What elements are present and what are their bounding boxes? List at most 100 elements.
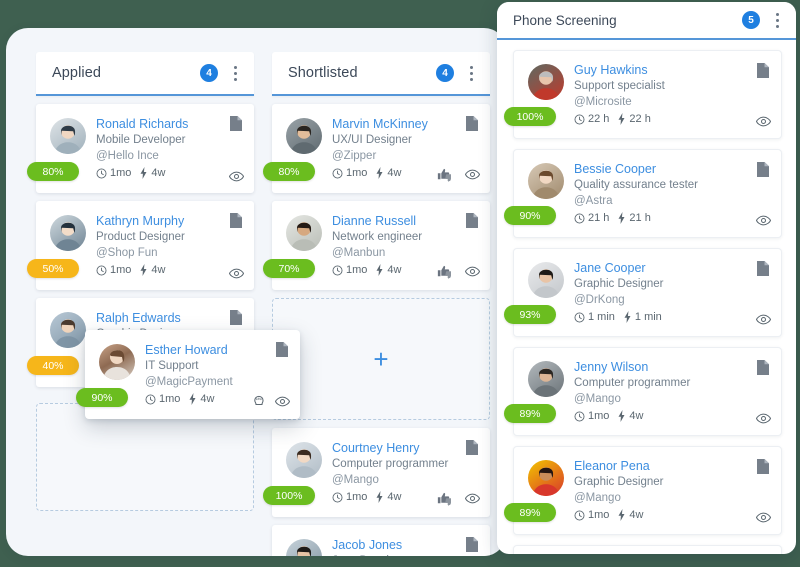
- clock-icon: [332, 168, 343, 179]
- time-since-applied: 1 min: [588, 311, 615, 323]
- match-percentage-badge: 40%: [27, 356, 79, 375]
- document-icon[interactable]: [276, 342, 288, 357]
- candidate-role: Graphic Designer: [574, 476, 664, 488]
- more-options-icon[interactable]: [770, 11, 784, 29]
- candidate-card[interactable]: 89% Eleanor Pena Graphic Designer @Mango 1mo…: [504, 446, 782, 535]
- candidate-name[interactable]: Bessie Cooper: [574, 161, 771, 177]
- candidate-name[interactable]: Guy Hawkins: [574, 62, 771, 78]
- candidate-role: Mobile Developer: [96, 134, 186, 146]
- card-actions: [437, 264, 480, 279]
- avatar: [528, 163, 564, 199]
- column-title: Applied: [52, 65, 102, 81]
- kanban-board: Applied 4 80% Ronald Richards Mobile Develop…: [6, 28, 506, 556]
- match-percentage-badge: 70%: [263, 259, 315, 278]
- candidate-card[interactable]: 100% Courtney Henry Computer programmer @Ma…: [263, 428, 490, 517]
- card-actions: [437, 491, 480, 506]
- candidate-card[interactable]: 93% Jane Cooper Graphic Designer @DrKong 1 m…: [504, 248, 782, 337]
- document-icon[interactable]: [757, 360, 769, 375]
- candidate-name[interactable]: Jenny Wilson: [574, 359, 771, 375]
- avatar: [50, 312, 86, 348]
- bolt-icon: [139, 264, 148, 276]
- candidate-name[interactable]: Dianne Russell: [332, 213, 480, 229]
- time-since-applied: 1mo: [110, 167, 132, 179]
- thumbs-up-down-icon[interactable]: [437, 264, 456, 279]
- document-icon[interactable]: [757, 162, 769, 177]
- eye-icon[interactable]: [756, 512, 771, 523]
- time-in-stage: 4w: [151, 264, 166, 276]
- thumbs-up-down-icon[interactable]: [437, 167, 456, 182]
- document-icon[interactable]: [757, 63, 769, 78]
- candidate-card[interactable]: 90% Bessie Cooper Quality assurance tester…: [504, 149, 782, 238]
- document-icon[interactable]: [230, 310, 242, 325]
- drop-zone[interactable]: +: [272, 298, 490, 420]
- avatar: [50, 118, 86, 154]
- candidate-card-partial[interactable]: [513, 545, 782, 554]
- eye-icon[interactable]: [275, 396, 290, 407]
- document-icon[interactable]: [466, 116, 478, 131]
- candidate-card[interactable]: 100% Guy Hawkins Support specialist @Micros…: [504, 50, 782, 139]
- candidate-company: @MagicPayment: [145, 376, 233, 388]
- eye-icon[interactable]: [756, 413, 771, 424]
- card-actions: [437, 167, 480, 182]
- candidate-name[interactable]: Eleanor Pena: [574, 458, 771, 474]
- match-percentage-badge: 90%: [76, 388, 128, 407]
- candidate-meta: 21 h 21 h: [574, 210, 771, 226]
- more-options-icon[interactable]: [464, 64, 478, 82]
- bolt-icon: [617, 113, 626, 125]
- bolt-icon: [623, 311, 632, 323]
- eye-icon[interactable]: [229, 268, 244, 279]
- candidate-name[interactable]: Esther Howard: [145, 342, 290, 358]
- phone-screening-panel: Phone Screening 5 100% Guy Hawkins Support…: [497, 2, 796, 554]
- candidate-role: Java Developer: [332, 553, 480, 556]
- candidate-card[interactable]: 80% Marvin McKinney UX/UI Designer @Zipper 1…: [263, 104, 490, 193]
- document-icon[interactable]: [466, 213, 478, 228]
- candidate-role: Product Designer: [96, 231, 185, 243]
- eye-icon[interactable]: [465, 169, 480, 180]
- clock-icon: [145, 394, 156, 405]
- eye-icon[interactable]: [465, 493, 480, 504]
- candidate-card[interactable]: Jacob JonesJava Developer: [272, 525, 490, 556]
- candidate-name[interactable]: Jane Cooper: [574, 260, 771, 276]
- time-since-applied: 1mo: [159, 393, 181, 405]
- candidate-card[interactable]: 89% Jenny Wilson Computer programmer @Mango…: [504, 347, 782, 436]
- candidate-company: @Hello Ince: [96, 150, 159, 162]
- candidate-meta: 22 h 22 h: [574, 111, 771, 127]
- eye-icon[interactable]: [756, 314, 771, 325]
- card-actions: [756, 512, 771, 523]
- candidate-name[interactable]: Jacob Jones: [332, 537, 480, 553]
- bolt-icon: [139, 167, 148, 179]
- drop-zone[interactable]: [36, 403, 254, 511]
- document-icon[interactable]: [757, 261, 769, 276]
- eye-icon[interactable]: [756, 116, 771, 127]
- candidate-card[interactable]: 70% Dianne Russell Network engineer @Manbun…: [263, 201, 490, 290]
- time-in-stage: 1 min: [634, 311, 662, 323]
- thumbs-up-down-icon[interactable]: [437, 491, 456, 506]
- candidate-name[interactable]: Marvin McKinney: [332, 116, 480, 132]
- clock-icon: [574, 114, 585, 125]
- eye-icon[interactable]: [229, 171, 244, 182]
- candidate-card[interactable]: 80% Ronald Richards Mobile Developer @Hello…: [27, 104, 254, 193]
- candidate-card[interactable]: 50% Kathryn Murphy Product Designer @Shop F…: [27, 201, 254, 290]
- document-icon[interactable]: [757, 459, 769, 474]
- time-in-stage: 22 h: [629, 113, 651, 125]
- eye-icon[interactable]: [465, 266, 480, 277]
- candidate-name[interactable]: Kathryn Murphy: [96, 213, 244, 229]
- candidate-name[interactable]: Ronald Richards: [96, 116, 244, 132]
- plus-icon: +: [373, 343, 389, 374]
- card-actions: [756, 314, 771, 325]
- document-icon[interactable]: [230, 213, 242, 228]
- phone-screening-list: 100% Guy Hawkins Support specialist @Micros…: [497, 40, 796, 554]
- dragged-candidate-card[interactable]: 90% Esther Howard IT Support @MagicPayme…: [76, 330, 300, 419]
- document-icon[interactable]: [466, 440, 478, 455]
- match-percentage-badge: 80%: [27, 162, 79, 181]
- grabbing-hand-icon: [252, 394, 266, 408]
- candidate-name[interactable]: Courtney Henry: [332, 440, 480, 456]
- document-icon[interactable]: [230, 116, 242, 131]
- match-percentage-badge: 100%: [263, 486, 315, 505]
- bolt-icon: [617, 509, 626, 521]
- more-options-icon[interactable]: [228, 64, 242, 82]
- candidate-name[interactable]: Ralph Edwards: [96, 310, 244, 326]
- avatar: [528, 262, 564, 298]
- eye-icon[interactable]: [756, 215, 771, 226]
- document-icon[interactable]: [466, 537, 478, 552]
